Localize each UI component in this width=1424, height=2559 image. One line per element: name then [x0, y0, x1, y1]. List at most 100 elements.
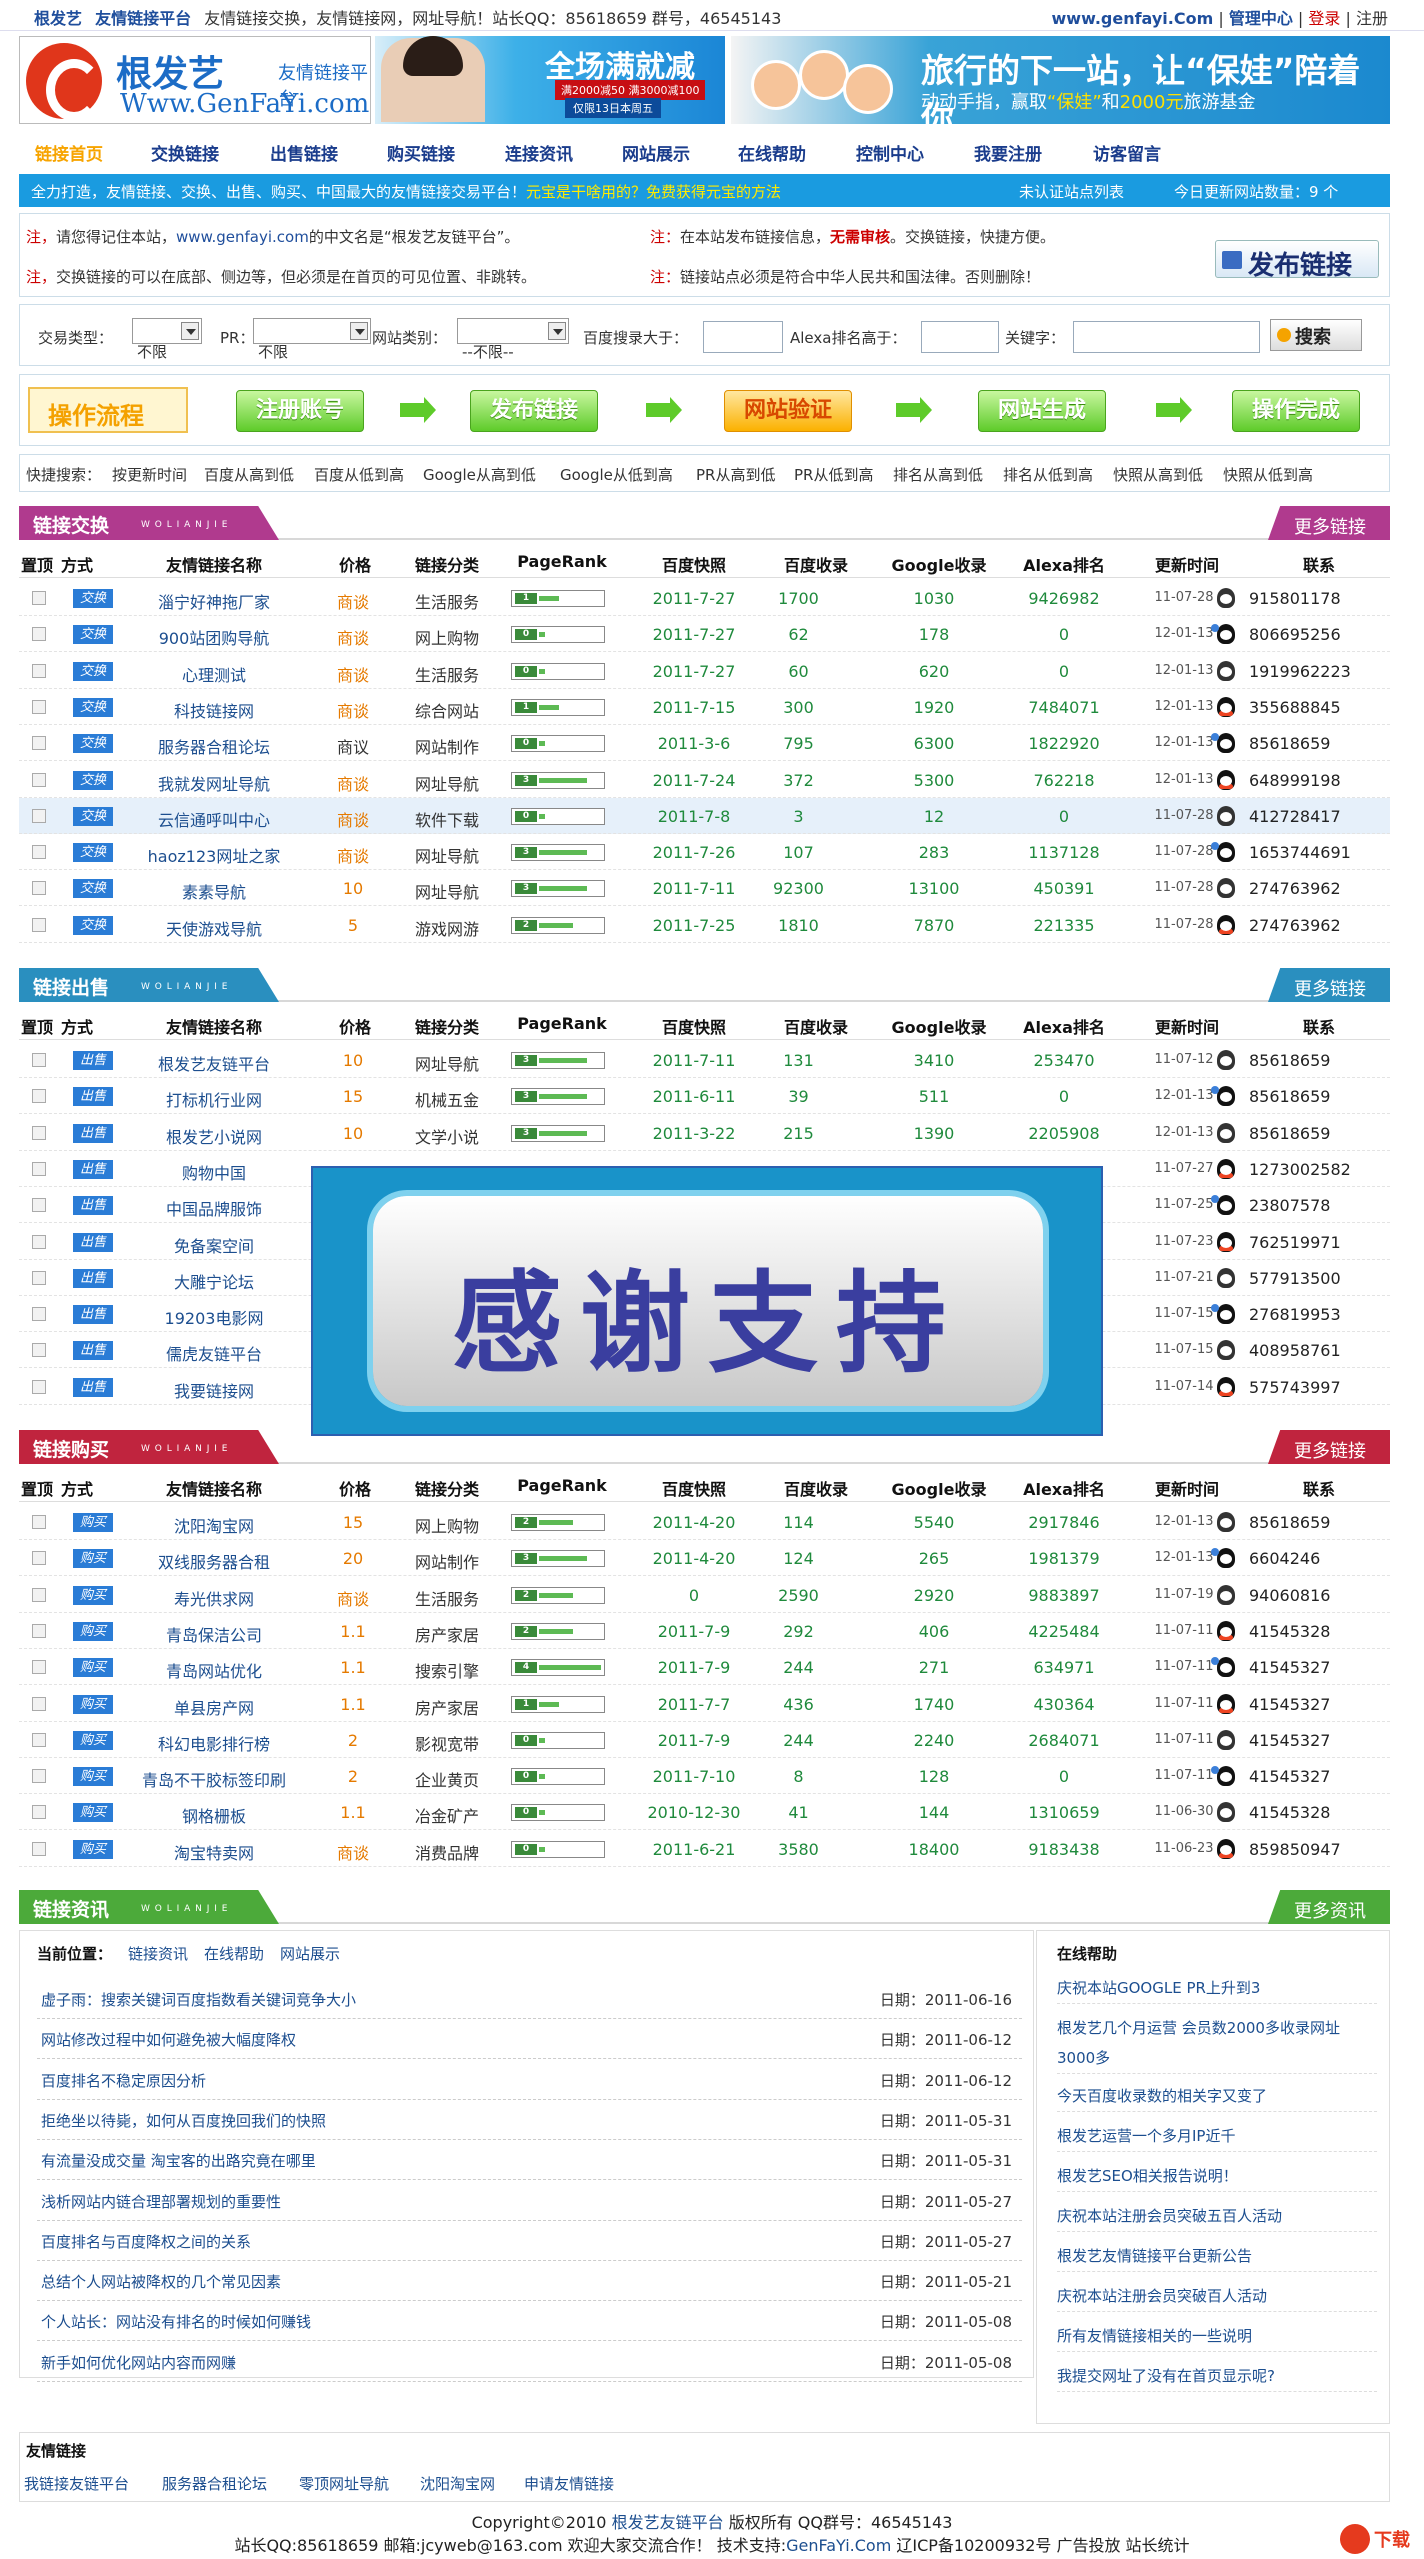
domain-link[interactable]: www.genfayi.Com [1052, 9, 1214, 28]
more-links-button[interactable]: 更多链接 [1268, 1430, 1390, 1464]
column-header[interactable]: 链接分类 [399, 552, 495, 576]
banner-ad-sale[interactable]: 全场满就减 满2000减50 满3000减100 仅限13日本周五 [375, 36, 725, 124]
column-header[interactable]: 价格 [331, 1014, 379, 1038]
help-item[interactable]: 庆祝本站注册会员突破五百人活动 [1057, 2201, 1377, 2232]
column-header[interactable]: 联系 [1269, 1014, 1369, 1038]
qq-icon[interactable] [1217, 1122, 1235, 1143]
step-publish[interactable]: 发布链接 [470, 390, 598, 432]
breadcrumb-link[interactable]: 网站展示 [280, 1945, 340, 1963]
news-item[interactable]: 个人站长：网站没有排名的时候如何赚钱 日期：2011-05-08 [37, 2301, 1022, 2342]
qq-icon[interactable] [1211, 733, 1235, 754]
qq-number[interactable]: 41545327 [1249, 1731, 1330, 1750]
table-row[interactable]: 交换 haoz123网址之家 商谈 网址导航 3 2011-7-26 107 283 11371… [19, 834, 1390, 871]
site-name-link[interactable]: 单县房产网 [114, 1695, 314, 1719]
site-name-link[interactable]: 购物中国 [114, 1160, 314, 1184]
quick-sort[interactable]: 快照从低到高 [1223, 464, 1313, 485]
news-title[interactable]: 百度排名不稳定原因分析 [41, 2070, 206, 2091]
register-link[interactable]: 注册 [1356, 9, 1388, 28]
qq-icon[interactable] [1217, 660, 1235, 681]
column-header[interactable]: 链接分类 [399, 1014, 495, 1038]
site-name-link[interactable]: 青岛网站优化 [114, 1658, 314, 1682]
qq-number[interactable]: 1653744691 [1249, 843, 1351, 862]
qq-number[interactable]: 85618659 [1249, 734, 1330, 753]
column-header[interactable]: 百度快照 [629, 1014, 759, 1038]
news-title[interactable]: 百度排名与百度降权之间的关系 [41, 2231, 251, 2252]
qq-icon[interactable] [1211, 1086, 1235, 1107]
column-header[interactable]: 友情链接名称 [114, 1476, 314, 1500]
help-item[interactable]: 根发艺友情链接平台更新公告 [1057, 2241, 1377, 2272]
nav-showcase[interactable]: 网站展示 [622, 140, 690, 165]
qq-icon[interactable] [1217, 1231, 1235, 1252]
step-verify[interactable]: 网站验证 [724, 390, 852, 432]
table-row[interactable]: 交换 淄宁好神拖厂家 商谈 生活服务 1 2011-7-27 1700 1030 9426982… [19, 580, 1390, 616]
column-header[interactable]: PageRank [507, 1014, 617, 1033]
qq-number[interactable]: 274763962 [1249, 916, 1341, 935]
table-row[interactable]: 出售 根发艺小说网 10 文学小说 3 2011-3-22 215 1390 2205908 12… [19, 1115, 1390, 1151]
qq-icon[interactable] [1217, 914, 1235, 935]
friend-link[interactable]: 沈阳淘宝网 [420, 2473, 495, 2494]
column-header[interactable]: 友情链接名称 [114, 1014, 314, 1038]
column-header[interactable]: PageRank [507, 1476, 617, 1495]
site-name-link[interactable]: 沈阳淘宝网 [114, 1513, 314, 1537]
site-name-link[interactable]: 素素导航 [114, 879, 314, 903]
column-header[interactable]: 置顶 [21, 1476, 61, 1500]
qq-number[interactable]: 575743997 [1249, 1378, 1341, 1397]
help-item[interactable]: 根发艺运营一个多月IP近千 [1057, 2121, 1377, 2152]
site-name-link[interactable]: 中国品牌服饰 [114, 1196, 314, 1220]
step-register[interactable]: 注册账号 [236, 390, 364, 432]
column-header[interactable]: Alexa排名 [999, 552, 1129, 576]
qq-number[interactable]: 85618659 [1249, 1087, 1330, 1106]
more-links-button[interactable]: 更多链接 [1268, 968, 1390, 1002]
column-header[interactable]: 置顶 [21, 1014, 61, 1038]
table-row[interactable]: 购买 科幻电影排行榜 2 影视宽带 0 2011-7-9 244 2240 2684071 11-… [19, 1722, 1390, 1758]
qq-icon[interactable] [1217, 1340, 1235, 1361]
qq-icon[interactable] [1211, 1766, 1235, 1787]
site-logo[interactable]: 根发艺 友情链接平台 Www.GenFaYi.com [19, 36, 371, 124]
column-header[interactable]: Google收录 [874, 1014, 1004, 1038]
qq-number[interactable]: 1273002582 [1249, 1160, 1351, 1179]
qq-icon[interactable] [1217, 1267, 1235, 1288]
nav-exchange[interactable]: 交换链接 [151, 140, 219, 165]
qq-icon[interactable] [1217, 1802, 1235, 1823]
column-header[interactable]: 置顶 [21, 552, 61, 576]
step-done[interactable]: 操作完成 [1232, 390, 1360, 432]
site-name-link[interactable]: 科技链接网 [114, 698, 314, 722]
column-header[interactable]: 链接分类 [399, 1476, 495, 1500]
table-row[interactable]: 交换 天使游戏导航 5 游戏网游 2 2011-7-25 1810 7870 221335 11-… [19, 907, 1390, 943]
site-name-link[interactable]: 服务器合租论坛 [114, 734, 314, 758]
quick-sort[interactable]: Google从低到高 [560, 464, 673, 485]
column-header[interactable]: 方式 [61, 552, 111, 576]
help-item[interactable]: 根发艺SEO相关报告说明！ [1057, 2161, 1377, 2192]
quick-sort[interactable]: PR从低到高 [794, 464, 873, 485]
table-row[interactable]: 交换 心理测试 商谈 生活服务 0 2011-7-27 60 620 0 12-01-13 1919… [19, 653, 1390, 689]
news-title[interactable]: 拒绝坐以待毙，如何从百度挽回我们的快照 [41, 2110, 326, 2131]
qq-number[interactable]: 85618659 [1249, 1051, 1330, 1070]
quick-sort[interactable]: 百度从高到低 [204, 464, 294, 485]
qq-number[interactable]: 276819953 [1249, 1305, 1341, 1324]
keyword-input[interactable] [1073, 321, 1260, 353]
column-header[interactable]: 价格 [331, 552, 379, 576]
site-name-link[interactable]: 青岛不干胶标签印刷 [114, 1767, 314, 1791]
column-header[interactable]: 百度快照 [629, 1476, 759, 1500]
admin-link[interactable]: 管理中心 [1229, 9, 1293, 28]
news-title[interactable]: 虚子雨：搜索关键词百度指数看关键词竞争大小 [41, 1989, 356, 2010]
help-item[interactable]: 庆祝本站注册会员突破百人活动 [1057, 2281, 1377, 2312]
site-name-link[interactable]: 打标机行业网 [114, 1087, 314, 1111]
column-header[interactable]: 百度收录 [751, 1014, 881, 1038]
qq-number[interactable]: 762519971 [1249, 1233, 1341, 1252]
site-name-link[interactable]: 我就发网址导航 [114, 771, 314, 795]
quick-sort[interactable]: 快照从高到低 [1113, 464, 1203, 485]
quick-sort[interactable]: Google从高到低 [423, 464, 536, 485]
table-row[interactable]: 出售 根发艺友链平台 10 网址导航 3 2011-7-11 131 3410 253470 11… [19, 1042, 1390, 1078]
quick-sort[interactable]: 排名从高到低 [893, 464, 983, 485]
quick-sort[interactable]: PR从高到低 [696, 464, 775, 485]
login-link[interactable]: 登录 [1308, 9, 1340, 28]
alexa-input[interactable] [921, 321, 999, 353]
nav-help[interactable]: 在线帮助 [738, 140, 806, 165]
qq-icon[interactable] [1217, 1838, 1235, 1859]
qq-number[interactable]: 806695256 [1249, 625, 1341, 644]
qq-number[interactable]: 41545327 [1249, 1767, 1330, 1786]
table-row[interactable]: 购买 青岛网站优化 1.1 搜索引擎 4 2011-7-9 244 271 634971 11-0… [19, 1649, 1390, 1686]
qq-icon[interactable] [1217, 1693, 1235, 1714]
qq-icon[interactable] [1217, 1584, 1235, 1605]
